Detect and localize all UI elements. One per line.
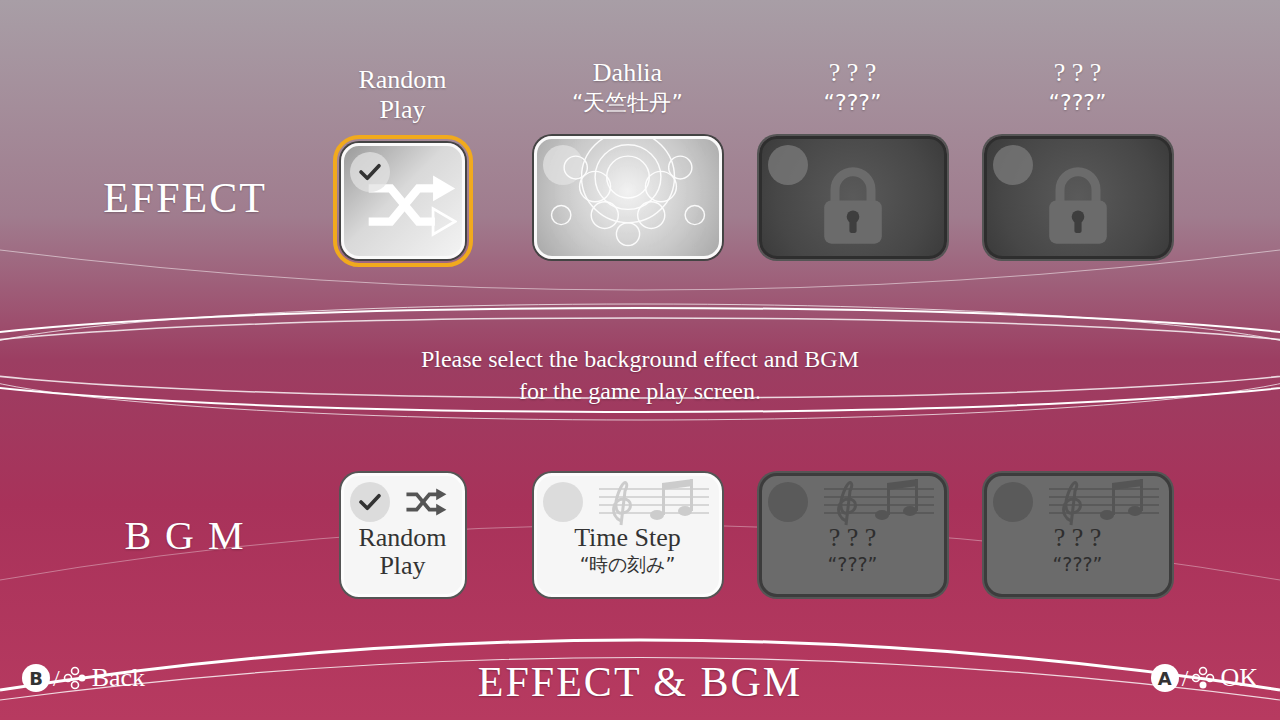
effect-option[interactable]: Random Play bbox=[290, 63, 515, 259]
check-circle-icon bbox=[350, 482, 390, 522]
controller-buttons-icon bbox=[1191, 666, 1215, 690]
bgm-card[interactable]: ? ? ?“???” bbox=[759, 473, 947, 597]
effect-option[interactable]: Dahlia“天竺牡丹” bbox=[515, 56, 740, 259]
effect-card[interactable] bbox=[534, 136, 722, 259]
effect-title: Random Play bbox=[348, 63, 458, 125]
effect-label: EFFECT bbox=[0, 136, 290, 259]
effect-title: Dahlia“天竺牡丹” bbox=[572, 56, 683, 118]
dahlia-pattern-icon bbox=[537, 139, 719, 256]
back-button[interactable]: B/Back bbox=[22, 663, 478, 693]
check-circle-icon bbox=[993, 145, 1033, 185]
effect-option[interactable]: ? ? ?“???” bbox=[740, 56, 965, 259]
bgm-card[interactable]: ? ? ?“???” bbox=[984, 473, 1172, 597]
bgm-option[interactable]: Time Step“時の刻み” bbox=[515, 473, 740, 597]
effect-card[interactable] bbox=[341, 143, 465, 259]
bgm-option[interactable]: ? ? ?“???” bbox=[965, 473, 1190, 597]
padlock-icon bbox=[817, 164, 889, 246]
effect-row: EFFECT Random Play Dahlia“天竺牡丹” ? ? ?“???”?… bbox=[0, 56, 1280, 259]
effect-title: ? ? ?“???” bbox=[824, 56, 882, 118]
check-circle-icon bbox=[768, 482, 808, 522]
music-note-icon bbox=[599, 477, 709, 527]
a-key-icon: A bbox=[1151, 664, 1179, 692]
bgm-option[interactable]: Random Play bbox=[290, 473, 515, 597]
bgm-label: B G M bbox=[0, 473, 290, 597]
bgm-card[interactable]: Time Step“時の刻み” bbox=[534, 473, 722, 597]
effect-bgm-screen: EFFECT Random Play Dahlia“天竺牡丹” ? ? ?“???”?… bbox=[0, 0, 1280, 720]
effect-card[interactable] bbox=[984, 136, 1172, 259]
bgm-option[interactable]: ? ? ?“???” bbox=[740, 473, 965, 597]
check-circle-icon bbox=[350, 152, 390, 192]
footer: B/BackEFFECT & BGMA/OK bbox=[0, 650, 1280, 706]
music-note-icon bbox=[824, 477, 934, 527]
screen-title: EFFECT & BGM bbox=[478, 650, 802, 706]
effect-option[interactable]: ? ? ?“???” bbox=[965, 56, 1190, 259]
bgm-row: B G M Random Play Time Step“時の刻み” ? ? ?“???… bbox=[0, 473, 1280, 597]
ok-button[interactable]: A/OK bbox=[802, 663, 1258, 693]
check-circle-icon bbox=[993, 482, 1033, 522]
check-circle-icon bbox=[768, 145, 808, 185]
music-note-icon bbox=[1049, 477, 1159, 527]
bgm-card[interactable]: Random Play bbox=[341, 473, 465, 597]
b-key-icon: B bbox=[22, 664, 50, 692]
shuffle-icon bbox=[404, 485, 448, 519]
controller-buttons-icon bbox=[63, 666, 87, 690]
effect-title: ? ? ?“???” bbox=[1049, 56, 1107, 118]
effect-card[interactable] bbox=[759, 136, 947, 259]
padlock-icon bbox=[1042, 164, 1114, 246]
instruction-text: Please select the background effect and … bbox=[0, 343, 1280, 407]
check-circle-icon bbox=[543, 482, 583, 522]
